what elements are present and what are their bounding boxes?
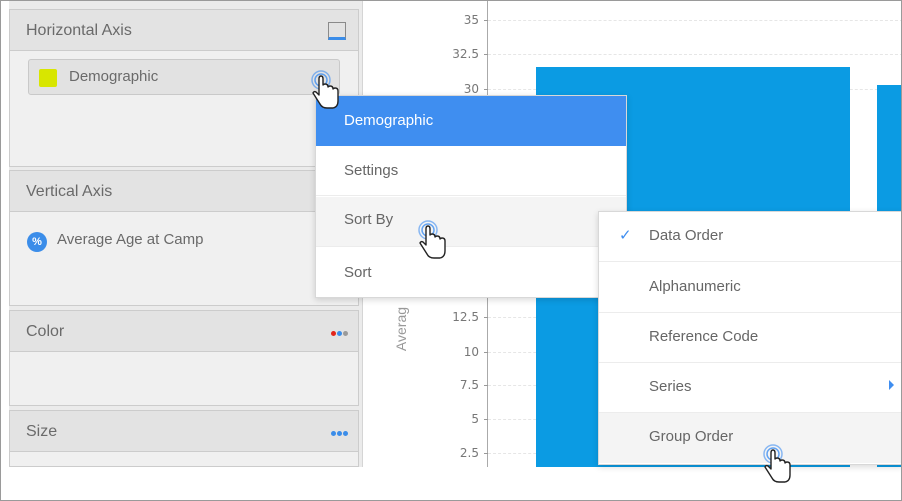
menu-header-label: Demographic — [344, 112, 434, 129]
y-tick-mark — [484, 453, 488, 454]
menu-item-sort-by[interactable]: Sort By — [316, 197, 626, 247]
menu-header-demographic: Demographic — [316, 96, 626, 146]
demographic-field-pill[interactable]: Demographic — [28, 59, 340, 95]
y-tick-label: 32.5 — [452, 47, 479, 61]
size-title: Size — [26, 423, 58, 440]
y-tick-mark — [484, 89, 488, 90]
color-header: Color — [9, 310, 359, 352]
sort-option-data-order[interactable]: ✓ Data Order — [599, 212, 901, 262]
y-tick-label: 2.5 — [459, 446, 479, 460]
horizontal-axis-title: Horizontal Axis — [26, 22, 132, 39]
y-tick-mark — [484, 385, 488, 386]
color-dropzone[interactable] — [9, 352, 359, 406]
check-icon: ✓ — [619, 227, 632, 244]
hand-cursor-icon — [311, 70, 339, 109]
color-dots-icon[interactable] — [330, 331, 348, 336]
sort-option-reference-code[interactable]: Reference Code — [599, 313, 901, 363]
y-tick-mark — [484, 20, 488, 21]
y-tick-label: 10 — [463, 345, 479, 359]
y-tick-label: 30 — [463, 82, 479, 96]
hand-cursor-icon — [418, 220, 446, 259]
axis-icon — [328, 22, 346, 40]
sort-option-label: Data Order — [649, 227, 724, 244]
vertical-axis-title: Vertical Axis — [26, 183, 113, 200]
color-title: Color — [26, 323, 65, 340]
sort-option-label: Group Order — [649, 428, 734, 445]
y-tick-mark — [484, 317, 488, 318]
y-tick-mark — [484, 419, 488, 420]
menu-item-label: Sort By — [344, 211, 394, 228]
y-tick-label: 7.5 — [459, 378, 479, 392]
field-context-menu: Demographic Settings Sort By Sort — [315, 95, 627, 298]
horizontal-axis-dropzone[interactable]: Demographic — [9, 51, 359, 167]
vertical-field-label[interactable]: Average Age at Camp — [57, 231, 203, 248]
size-dots-icon[interactable] — [330, 431, 348, 436]
hand-cursor-icon — [763, 444, 791, 483]
sort-option-series[interactable]: Series — [599, 363, 901, 413]
size-header: Size — [9, 410, 359, 452]
vertical-axis-header: Vertical Axis — [9, 170, 359, 212]
menu-item-sort[interactable]: Sort — [316, 248, 626, 298]
sort-by-submenu: ✓ Data Order Alphanumeric Reference Code… — [598, 211, 901, 465]
sort-option-label: Alphanumeric — [649, 278, 741, 295]
size-dropzone[interactable] — [9, 452, 359, 467]
grid-line — [488, 20, 901, 21]
percent-icon: % — [27, 232, 47, 252]
y-tick-mark — [484, 352, 488, 353]
field-label: Demographic — [69, 68, 159, 85]
y-tick-mark — [484, 54, 488, 55]
horizontal-axis-header: Horizontal Axis — [9, 9, 359, 51]
sort-option-group-order[interactable]: Group Order — [599, 413, 901, 463]
y-tick-label: 12.5 — [452, 310, 479, 324]
grid-line — [488, 54, 901, 55]
menu-item-settings[interactable]: Settings — [316, 146, 626, 196]
sort-option-alphanumeric[interactable]: Alphanumeric — [599, 263, 901, 313]
submenu-caret-icon — [889, 380, 894, 390]
sort-option-label: Reference Code — [649, 328, 759, 345]
y-tick-label: 5 — [471, 412, 479, 426]
sort-option-label: Series — [649, 378, 692, 395]
menu-item-label: Sort — [344, 264, 372, 281]
menu-item-label: Settings — [344, 162, 399, 179]
field-color-swatch — [39, 69, 57, 87]
vertical-axis-dropzone[interactable] — [9, 212, 359, 306]
app-frame: Horizontal Axis Demographic Vertical Axi… — [0, 0, 902, 501]
y-tick-label: 35 — [463, 13, 479, 27]
